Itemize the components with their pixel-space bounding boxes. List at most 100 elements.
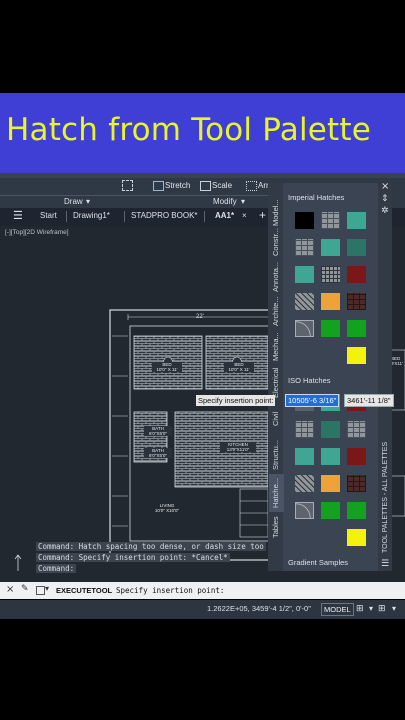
- model-space-button[interactable]: MODEL: [321, 603, 354, 616]
- stretch-icon: [153, 181, 164, 191]
- hatch-swatch-dark-tile[interactable]: [347, 475, 366, 492]
- palette-tab-constraints[interactable]: Constr...: [271, 228, 280, 256]
- scale-icon: [200, 181, 211, 191]
- hatch-swatch-orange[interactable]: [321, 293, 340, 310]
- command-close-icon[interactable]: ×: [6, 584, 14, 595]
- palette-tab-architectural[interactable]: Archite...: [271, 296, 280, 326]
- command-history-line: Command: Hatch spacing too dense, or das…: [36, 542, 266, 551]
- room-label-bed: BED 10'0" X 11': [152, 362, 182, 372]
- hatch-swatch-black[interactable]: [295, 212, 314, 229]
- start-tab[interactable]: Start: [40, 211, 57, 220]
- hatch-swatch-dark-teal[interactable]: [347, 239, 366, 256]
- hatch-swatch-curve[interactable]: [295, 502, 314, 519]
- hatch-swatch-curve[interactable]: [295, 320, 314, 337]
- status-coordinates[interactable]: 1.2622E+05, 3459'-4 1/2", 0'-0": [207, 604, 311, 613]
- hatch-swatch-teal[interactable]: [295, 448, 314, 465]
- array-icon: [246, 181, 257, 191]
- modify-panel-label[interactable]: Modify: [213, 197, 237, 206]
- palette-close-icon[interactable]: ×: [381, 181, 389, 192]
- room-label-bed-right: BED 9'X11': [391, 356, 403, 366]
- bottom-letterbox: [0, 619, 405, 720]
- palette-properties-icon[interactable]: ✲: [381, 206, 389, 216]
- palette-tab-mechanical[interactable]: Mecha...: [271, 332, 280, 361]
- new-tab-icon[interactable]: +: [259, 208, 266, 222]
- hatch-swatch-yellow[interactable]: [347, 529, 366, 546]
- drawing1-tab[interactable]: Drawing1*: [73, 211, 110, 220]
- hatch-swatch-grid[interactable]: [321, 266, 340, 283]
- tab-separator: [204, 211, 205, 222]
- aa1-tab[interactable]: AA1*: [215, 211, 234, 220]
- ribbon-top-strip: [0, 173, 405, 178]
- hatch-swatch-brick[interactable]: [295, 421, 314, 438]
- command-customize-icon[interactable]: ✎: [21, 584, 29, 594]
- grid-toggle-icon[interactable]: ⊞: [356, 604, 364, 614]
- hatch-swatch-teal[interactable]: [347, 212, 366, 229]
- aa1-close-icon[interactable]: ×: [242, 211, 247, 220]
- hatch-swatch-brick[interactable]: [321, 212, 340, 229]
- draw-panel-label[interactable]: Draw: [64, 197, 83, 206]
- command-dropdown-icon[interactable]: ▾: [45, 584, 49, 593]
- room-label-living: LIVING 10'0" X10'0": [154, 503, 180, 513]
- palette-tab-hatches[interactable]: Hatche...: [271, 478, 280, 508]
- room-label-bed2: BED 10'0" X 11': [224, 362, 254, 372]
- draw-dropdown-icon[interactable]: ▾: [86, 197, 90, 206]
- hatch-swatch-dark-red[interactable]: [347, 448, 366, 465]
- palette-tab-annotation[interactable]: Annota...: [271, 262, 280, 292]
- tab-separator: [124, 211, 125, 222]
- palette-tab-tables[interactable]: Tables: [271, 516, 280, 538]
- hatch-swatch-stripe[interactable]: [295, 475, 314, 492]
- hatch-swatch-brick[interactable]: [347, 421, 366, 438]
- hatch-swatch-green[interactable]: [321, 502, 340, 519]
- command-history-line: Command:: [36, 564, 77, 573]
- room-label-bath2: BATH 6'0"X5'0": [144, 448, 172, 458]
- hatch-swatch-green[interactable]: [347, 320, 366, 337]
- top-letterbox: [0, 0, 405, 93]
- hatch-swatch-dark-teal[interactable]: [321, 421, 340, 438]
- grid-dropdown-icon[interactable]: ▾: [369, 604, 373, 613]
- tab-separator: [66, 211, 67, 222]
- command-history-line: Command: Specify insertion point: *Cance…: [36, 553, 230, 562]
- room-label-kitchen: KITCHEN 13'9"X11'0": [220, 442, 256, 452]
- palette-tab-electrical[interactable]: Electrical: [271, 368, 280, 398]
- hatch-swatch-teal[interactable]: [321, 239, 340, 256]
- snap-toggle-icon[interactable]: ⊞: [378, 604, 386, 614]
- dimension-22: 22': [196, 314, 204, 320]
- insertion-tooltip: Specify insertion point:: [196, 395, 276, 406]
- banner-title: Hatch from Tool Palette: [6, 112, 372, 148]
- imperial-hatches-heading: Imperial Hatches: [288, 193, 345, 202]
- hatch-swatch-stripe[interactable]: [295, 293, 314, 310]
- hatch-swatch-teal[interactable]: [321, 448, 340, 465]
- hatch-swatch-green[interactable]: [321, 320, 340, 337]
- hatch-swatch-brick[interactable]: [295, 239, 314, 256]
- stretch-button[interactable]: Stretch: [165, 181, 190, 190]
- ucs-y-axis-icon: [14, 554, 22, 571]
- palette-list-icon[interactable]: ☰: [381, 559, 389, 569]
- hatch-swatch-green[interactable]: [347, 502, 366, 519]
- room-label-bath1: BATH 6'0"X5'0": [144, 426, 172, 436]
- hatch-swatch-yellow[interactable]: [347, 347, 366, 364]
- stadpro-tab[interactable]: STADPRO BOOK*: [131, 211, 198, 220]
- hatch-swatch-dark-red[interactable]: [347, 266, 366, 283]
- command-recent-icon[interactable]: [36, 586, 45, 595]
- menu-icon[interactable]: ☰: [13, 209, 23, 222]
- gradient-samples-heading: Gradient Samples: [288, 558, 349, 567]
- x-coordinate-input[interactable]: 10505'-6 3/16": [285, 394, 340, 407]
- hatch-swatch-teal[interactable]: [295, 266, 314, 283]
- palette-tab-model[interactable]: Model...: [271, 199, 280, 226]
- command-prompt[interactable]: Specify insertion point:: [116, 586, 224, 595]
- palette-tab-structural[interactable]: Structu...: [271, 440, 280, 470]
- palette-autohide-icon[interactable]: ⇕: [381, 194, 389, 204]
- modify-dropdown-icon[interactable]: ▾: [241, 197, 245, 206]
- command-history: Command: Hatch spacing too dense, or das…: [36, 541, 268, 574]
- ribbon-panel-divider: [0, 195, 280, 196]
- palette-side-title: TOOL PALETTES - ALL PALETTES: [382, 441, 389, 553]
- palette-tab-civil[interactable]: Civil: [271, 412, 280, 426]
- command-tool-name: EXECUTETOOL: [56, 586, 113, 595]
- y-coordinate-input[interactable]: 3461'-11 1/8": [344, 394, 394, 407]
- array-grid-icon[interactable]: [122, 180, 133, 191]
- snap-dropdown-icon[interactable]: ▾: [392, 604, 396, 613]
- hatch-swatch-orange[interactable]: [321, 475, 340, 492]
- iso-hatches-heading: ISO Hatches: [288, 376, 331, 385]
- hatch-swatch-dark-tile[interactable]: [347, 293, 366, 310]
- scale-button[interactable]: Scale: [212, 181, 232, 190]
